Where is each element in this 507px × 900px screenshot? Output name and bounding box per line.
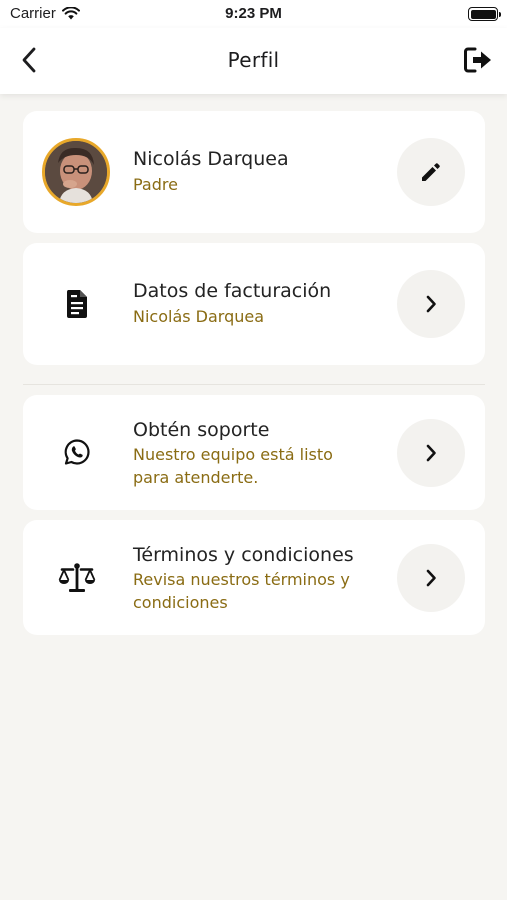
battery-icon [468, 7, 501, 21]
chevron-right-icon [426, 569, 436, 587]
terms-chevron-button[interactable] [397, 544, 465, 612]
menu-icon-wrap [57, 284, 97, 324]
logout-icon [464, 47, 491, 73]
avatar-photo [45, 141, 107, 203]
avatar [42, 138, 110, 206]
billing-card[interactable]: Datos de facturación Nicolás Darquea [23, 243, 485, 365]
menu-item-subtitle-line1: Revisa nuestros términos y [133, 570, 350, 589]
support-chevron-button[interactable] [397, 419, 465, 487]
chevron-right-icon [426, 444, 436, 462]
pencil-icon [422, 163, 440, 181]
menu-item-title: Obtén soporte [133, 419, 270, 441]
support-card[interactable]: Obtén soporte Nuestro equipo está listo … [23, 395, 485, 510]
page-title: Perfil [227, 48, 280, 72]
whatsapp-icon [64, 439, 90, 465]
profile-card: Nicolás Darquea Padre [23, 111, 485, 233]
profile-role: Padre [133, 175, 178, 194]
terms-card[interactable]: Términos y condiciones Revisa nuestros t… [23, 520, 485, 635]
status-bar: Carrier 9:23 PM [0, 0, 507, 28]
billing-chevron-button[interactable] [397, 270, 465, 338]
document-icon [66, 290, 87, 318]
menu-item-title: Términos y condiciones [133, 544, 354, 566]
scale-icon [58, 563, 96, 592]
nav-bar: Perfil [0, 28, 507, 94]
profile-name: Nicolás Darquea [133, 148, 289, 170]
status-time: 9:23 PM [225, 5, 282, 22]
menu-icon-wrap [57, 432, 97, 472]
chevron-right-icon [426, 295, 436, 313]
menu-item-subtitle-line2: para atenderte. [133, 468, 259, 487]
menu-item-subtitle-line1: Nuestro equipo está listo [133, 445, 333, 464]
logout-button[interactable] [461, 43, 495, 77]
menu-icon-wrap [57, 558, 97, 598]
menu-item-title: Datos de facturación [133, 280, 332, 302]
section-divider [23, 384, 485, 385]
edit-profile-button[interactable] [397, 138, 465, 206]
menu-item-subtitle: Nicolás Darquea [133, 307, 265, 326]
menu-item-subtitle-line2: condiciones [133, 593, 228, 612]
